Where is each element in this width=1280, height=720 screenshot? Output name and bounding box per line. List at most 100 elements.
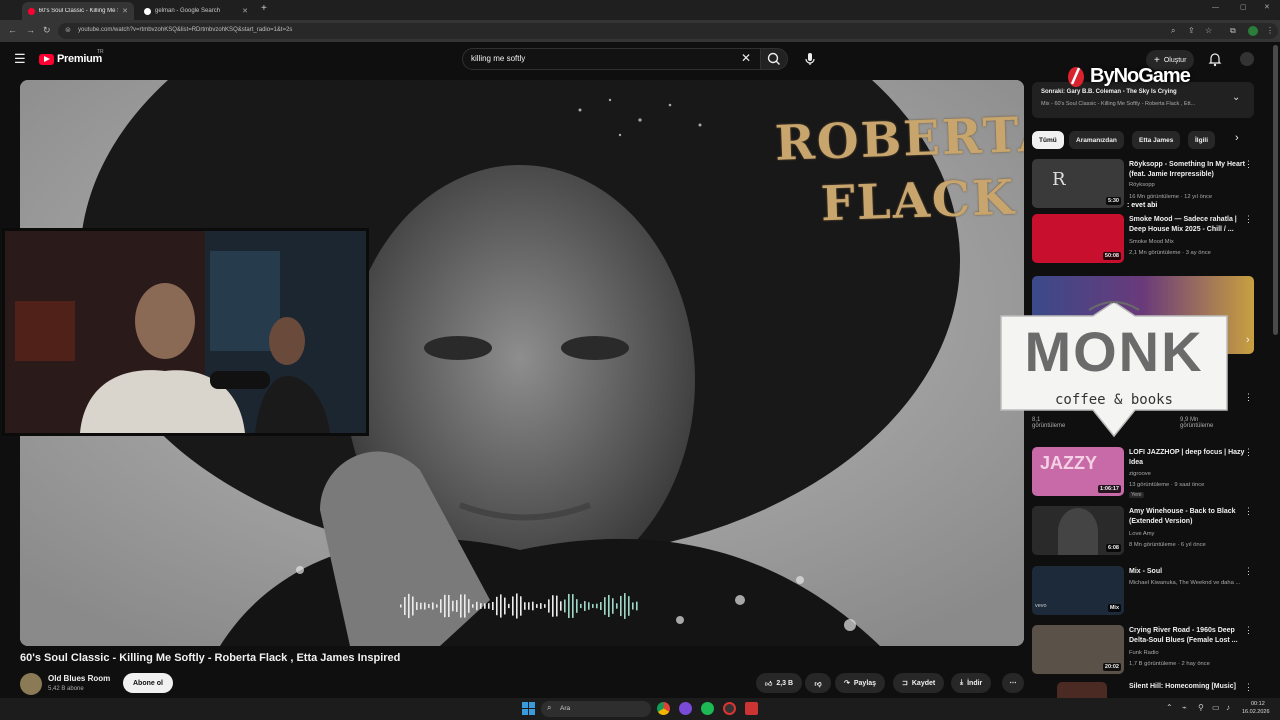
waveform-bar bbox=[436, 604, 438, 608]
zoom-icon[interactable]: ⌕ bbox=[1171, 26, 1175, 36]
more-options-icon[interactable]: ⋮ bbox=[1244, 392, 1253, 403]
rec-meta: 2,1 Mn görüntüleme · 3 ay önce bbox=[1129, 250, 1211, 256]
subscribe-button[interactable]: Abone ol bbox=[123, 673, 173, 693]
chat-overlay-text: : evet abi bbox=[1127, 202, 1158, 209]
video-thumbnail[interactable] bbox=[1057, 682, 1107, 698]
extensions-icon[interactable]: ⧉ bbox=[1230, 26, 1236, 36]
chip-etta-james[interactable]: Etta James bbox=[1132, 131, 1181, 149]
carousel-next-icon[interactable]: › bbox=[1246, 334, 1250, 346]
duration-badge: 1:06:17 bbox=[1098, 485, 1121, 493]
rec-title: Amy Winehouse - Back to Black (Extended … bbox=[1129, 508, 1236, 525]
share-button[interactable]: ↷ Paylaş bbox=[835, 673, 886, 693]
monitor-icon[interactable]: ▭ bbox=[1212, 703, 1220, 712]
video-thumbnail[interactable]: 50:08 bbox=[1032, 214, 1124, 263]
list-item[interactable]: 20:02 Crying River Road - 1960s Deep Del… bbox=[1032, 625, 1272, 679]
youtube-premium-logo[interactable]: Premium bbox=[39, 53, 102, 65]
tab-youtube[interactable]: 60's Soul Classic - Killing Me So ✕ bbox=[22, 2, 134, 20]
notifications-button[interactable] bbox=[1208, 51, 1222, 72]
minimize-icon[interactable]: — bbox=[1212, 4, 1219, 11]
duration-badge: 6:08 bbox=[1105, 544, 1121, 552]
waveform-bar bbox=[508, 603, 510, 609]
spotify-app-icon[interactable] bbox=[701, 702, 714, 715]
address-bar-row: ← → ↻ ⊜ youtube.com/watch?v=rtmbvzohKSQ&… bbox=[0, 20, 1280, 42]
save-button[interactable]: ⊐ Kaydet bbox=[893, 673, 945, 693]
account-avatar[interactable] bbox=[1240, 52, 1254, 66]
rec-channel: Love Amy bbox=[1129, 531, 1155, 537]
list-item[interactable]: 50:08 Smoke Mood — Sadece rahatla | Deep… bbox=[1032, 214, 1272, 268]
clock-time[interactable]: 00:12 bbox=[1251, 701, 1265, 707]
mix-badge: Mix bbox=[1107, 604, 1121, 612]
chevron-down-icon[interactable]: ⌄ bbox=[1232, 92, 1240, 103]
voice-search-button[interactable] bbox=[798, 48, 822, 70]
profile-icon[interactable] bbox=[1248, 26, 1258, 36]
chip-all[interactable]: Tümü bbox=[1032, 131, 1064, 149]
tray-chevron-icon[interactable]: ⌃ bbox=[1166, 703, 1173, 712]
more-options-icon[interactable]: ⋮ bbox=[1244, 214, 1253, 225]
chip-related[interactable]: İlgili bbox=[1188, 131, 1215, 149]
close-tab-icon[interactable]: ✕ bbox=[122, 7, 128, 15]
share-page-icon[interactable]: ⇪ bbox=[1188, 26, 1195, 35]
dislike-button[interactable]: 👎︎ bbox=[805, 673, 831, 693]
browser-menu-icon[interactable]: ⋮ bbox=[1266, 26, 1274, 35]
more-options-icon[interactable]: ⋮ bbox=[1244, 506, 1253, 517]
obs-app-icon[interactable] bbox=[723, 702, 736, 715]
chips-next-icon[interactable]: › bbox=[1235, 132, 1239, 144]
video-thumbnail[interactable]: vevo Mix bbox=[1032, 566, 1124, 615]
like-count: 2,3 B bbox=[776, 679, 794, 687]
list-item[interactable]: Silent Hill: Homecoming [Music] ⋮ bbox=[1032, 682, 1272, 698]
waveform-bar bbox=[588, 602, 590, 610]
page-scrollbar[interactable] bbox=[1273, 45, 1278, 335]
search-icon bbox=[767, 52, 780, 65]
new-tab-icon[interactable]: + bbox=[261, 3, 267, 14]
chip-from-search[interactable]: Aramanızdan bbox=[1069, 131, 1124, 149]
usb-icon[interactable]: ⚲ bbox=[1198, 703, 1204, 712]
site-info-icon[interactable]: ⊜ bbox=[65, 26, 71, 34]
channel-name[interactable]: Old Blues Room bbox=[48, 674, 110, 683]
overlay-line-2: FLACK bbox=[819, 169, 1017, 233]
reload-icon[interactable]: ↻ bbox=[43, 25, 51, 36]
more-options-icon[interactable]: ⋮ bbox=[1244, 159, 1253, 170]
more-options-icon[interactable]: ⋮ bbox=[1244, 566, 1253, 577]
like-button[interactable]: 👍︎ 2,3 B bbox=[756, 673, 803, 693]
more-options-icon[interactable]: ⋮ bbox=[1244, 447, 1253, 458]
taskbar-search-input[interactable]: ⌕ Ara bbox=[541, 701, 651, 717]
video-thumbnail[interactable]: R 5:30 bbox=[1032, 159, 1124, 208]
browser-tab-bar: 60's Soul Classic - Killing Me So ✕ gelm… bbox=[0, 0, 1280, 20]
hamburger-menu-icon[interactable]: ☰ bbox=[14, 51, 26, 67]
close-window-icon[interactable]: ✕ bbox=[1264, 3, 1270, 11]
list-item[interactable]: JAZZY 1:06:17 LOFI JAZZHOP | deep focus … bbox=[1032, 447, 1272, 501]
volume-icon[interactable]: ♪ bbox=[1226, 703, 1230, 712]
video-thumbnail[interactable]: 6:08 bbox=[1032, 506, 1124, 555]
app-icon[interactable] bbox=[745, 702, 758, 715]
rec-meta: 8 Mn görüntüleme · 6 yıl önce bbox=[1129, 542, 1206, 548]
waveform-bar bbox=[432, 602, 434, 610]
search-input[interactable]: killing me softly ✕ bbox=[462, 48, 762, 70]
maximize-icon[interactable]: ▢ bbox=[1240, 3, 1247, 11]
bookmark-star-icon[interactable]: ☆ bbox=[1205, 26, 1212, 35]
waveform-bar bbox=[556, 595, 558, 617]
more-options-icon[interactable]: ⋮ bbox=[1244, 625, 1253, 636]
network-icon[interactable]: ⌁ bbox=[1182, 703, 1187, 712]
url-field[interactable]: ⊜ youtube.com/watch?v=rtmbvzohKSQ&list=R… bbox=[58, 23, 1278, 39]
close-tab-icon[interactable]: ✕ bbox=[242, 7, 248, 15]
video-thumbnail[interactable]: 20:02 bbox=[1032, 625, 1124, 674]
more-actions-button[interactable]: ⋯ bbox=[1002, 673, 1024, 693]
more-options-icon[interactable]: ⋮ bbox=[1244, 682, 1253, 693]
list-item[interactable]: R 5:30 Röyksopp - Something In My Heart … bbox=[1032, 159, 1272, 213]
channel-avatar[interactable] bbox=[20, 673, 42, 695]
waveform-bar bbox=[404, 596, 406, 616]
video-overlay-title: ROBERTA FLACK bbox=[774, 103, 1024, 237]
video-thumbnail[interactable]: JAZZY 1:06:17 bbox=[1032, 447, 1124, 496]
chrome-app-icon[interactable] bbox=[657, 702, 670, 715]
search-button[interactable] bbox=[760, 48, 788, 70]
windows-start-icon[interactable] bbox=[522, 702, 535, 715]
tab-google[interactable]: gelman - Google Search ✕ bbox=[138, 2, 254, 20]
download-button[interactable]: ⤓ İndir bbox=[951, 673, 992, 693]
forward-icon[interactable]: → bbox=[26, 25, 35, 35]
clear-search-icon[interactable]: ✕ bbox=[741, 51, 751, 65]
list-item[interactable]: vevo Mix Mix - Soul Michael Kiwanuka, Th… bbox=[1032, 566, 1272, 620]
list-item[interactable]: 6:08 Amy Winehouse - Back to Black (Exte… bbox=[1032, 506, 1272, 560]
back-icon[interactable]: ← bbox=[8, 25, 17, 35]
discord-app-icon[interactable] bbox=[679, 702, 692, 715]
clock-date[interactable]: 16.02.2026 bbox=[1242, 709, 1270, 715]
